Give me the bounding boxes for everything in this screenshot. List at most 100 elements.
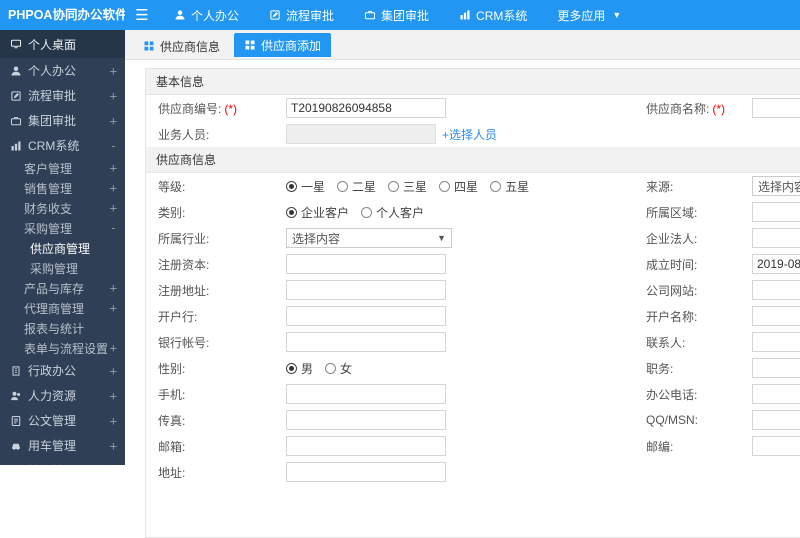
website-input[interactable] — [752, 280, 800, 300]
topnav-label: 流程审批 — [286, 8, 335, 23]
bank-no-input[interactable] — [286, 332, 446, 352]
sidebar-item-archives[interactable]: 档案管理 + — [0, 458, 125, 466]
mobile-input[interactable] — [286, 384, 446, 404]
sidebar-item-label: 代理商管理 — [24, 301, 85, 316]
sidebar-item-documents[interactable]: 公文管理 + — [0, 408, 125, 433]
contact-input[interactable] — [752, 332, 800, 352]
bank-account-name-input[interactable] — [752, 306, 800, 326]
field-label: 邮箱: — [158, 439, 186, 454]
sidebar-item-products-inventory[interactable]: 产品与库存 + — [0, 278, 125, 298]
supplier-name-input[interactable] — [752, 98, 800, 118]
source-select[interactable]: 选择内容▼ — [752, 176, 800, 196]
field-label: 所属区域: — [646, 205, 698, 220]
sidebar-item-label: 供应商管理 — [30, 241, 91, 256]
topnav-crm[interactable]: CRM系统 — [444, 0, 542, 30]
email-input[interactable] — [286, 436, 446, 456]
sidebar-item-supplier-mgmt[interactable]: 供应商管理 — [0, 238, 125, 258]
sidebar-item-label: CRM系统 — [28, 139, 80, 153]
sidebar-item-form-flow-settings[interactable]: 表单与流程设置 + — [0, 338, 125, 358]
edit-doc-icon — [11, 90, 21, 101]
registered-address-input[interactable] — [286, 280, 446, 300]
sidebar-item-desktop[interactable]: 个人桌面 — [0, 30, 125, 58]
form-row: 开户行: 开户名称: — [146, 303, 800, 329]
sidebar-item-finance[interactable]: 财务收支 + — [0, 198, 125, 218]
menu-toggle-icon[interactable]: ☰ — [125, 6, 159, 24]
radio-icon — [286, 206, 297, 218]
form-row: 银行帐号: 联系人: — [146, 329, 800, 355]
sidebar-item-agent-mgmt[interactable]: 代理商管理 + — [0, 298, 125, 318]
tab-supplier-add[interactable]: 供应商添加 — [234, 33, 332, 57]
established-date-input[interactable] — [752, 254, 800, 274]
person-icon — [11, 66, 21, 75]
choose-person-link[interactable]: +选择人员 — [442, 126, 497, 143]
section-header-supplier: 供应商信息 — [146, 147, 800, 173]
expand-marker: + — [109, 438, 117, 453]
form-row: 传真: QQ/MSN: — [146, 407, 800, 433]
address-input[interactable] — [286, 462, 446, 482]
radio-icon — [286, 362, 297, 374]
level-radio-5[interactable]: 五星 — [490, 178, 529, 195]
industry-select[interactable]: 选择内容 ▼ — [286, 228, 452, 248]
sidebar-item-hr[interactable]: 人力资源 + — [0, 383, 125, 408]
bank-input[interactable] — [286, 306, 446, 326]
level-radio-1[interactable]: 一星 — [286, 178, 325, 195]
bar-chart-icon — [460, 10, 470, 20]
field-label: 注册地址: — [158, 283, 210, 298]
legal-person-input[interactable] — [752, 228, 800, 248]
category-radio-company[interactable]: 企业客户 — [286, 204, 349, 221]
region-input[interactable] — [752, 202, 800, 222]
people-icon — [11, 391, 21, 400]
registered-capital-input[interactable] — [286, 254, 446, 274]
sidebar-item-admin-office[interactable]: 行政办公 + — [0, 358, 125, 383]
collapse-marker: - — [109, 221, 117, 235]
topnav-more-apps[interactable]: 更多应用 ▼ — [542, 0, 636, 30]
level-radio-3[interactable]: 三星 — [388, 178, 427, 195]
expand-marker: + — [109, 341, 117, 355]
sidebar-item-sales-mgmt[interactable]: 销售管理 + — [0, 178, 125, 198]
level-radio-2[interactable]: 二星 — [337, 178, 376, 195]
form-row: 邮箱: 邮编: — [146, 433, 800, 459]
tab-supplier-info[interactable]: 供应商信息 — [133, 33, 230, 59]
tab-strip: 供应商信息 供应商添加 — [125, 30, 800, 60]
field-label: 职务: — [646, 361, 674, 376]
supplier-no-input[interactable] — [286, 98, 446, 118]
sidebar-item-purchasing[interactable]: 采购管理 — [0, 258, 125, 278]
sidebar-item-flow-approval[interactable]: 流程审批 + — [0, 83, 125, 108]
expand-marker: + — [109, 161, 117, 175]
sidebar-item-personal-office[interactable]: 个人办公 + — [0, 58, 125, 83]
category-radio-personal[interactable]: 个人客户 — [361, 204, 424, 221]
topnav-flow-approval[interactable]: 流程审批 — [254, 0, 349, 30]
sales-person-input[interactable] — [286, 124, 436, 144]
qq-input[interactable] — [752, 410, 800, 430]
zip-input[interactable] — [752, 436, 800, 456]
sidebar-item-group-approval[interactable]: 集团审批 + — [0, 108, 125, 133]
field-label: 性别: — [158, 361, 186, 376]
app-logo: PHPOA协同办公软件 — [8, 8, 125, 22]
sidebar-item-purchase-mgmt[interactable]: 采购管理 - — [0, 218, 125, 238]
document-icon — [11, 415, 21, 426]
field-label: 类别: — [158, 205, 186, 220]
sidebar-item-reports[interactable]: 报表与统计 — [0, 318, 125, 338]
topnav-personal-office[interactable]: 个人办公 — [159, 0, 254, 30]
office-phone-input[interactable] — [752, 384, 800, 404]
field-label: 联系人: — [646, 335, 686, 350]
sidebar-item-label: 采购管理 — [30, 261, 79, 276]
sidebar-item-label: 行政办公 — [28, 364, 77, 378]
required-mark: (*) — [712, 101, 726, 116]
gender-radio-male[interactable]: 男 — [286, 360, 313, 377]
gender-radio-female[interactable]: 女 — [325, 360, 352, 377]
sidebar-item-vehicle[interactable]: 用车管理 + — [0, 433, 125, 458]
expand-marker: + — [109, 413, 117, 428]
form-row: 注册地址: 公司网站: — [146, 277, 800, 303]
position-input[interactable] — [752, 358, 800, 378]
level-radio-4[interactable]: 四星 — [439, 178, 478, 195]
form-row: 业务人员: +选择人员 — [146, 121, 800, 147]
topnav-group-approval[interactable]: 集团审批 — [349, 0, 444, 30]
field-label: 地址: — [158, 465, 186, 480]
section-header-basic: 基本信息 — [146, 69, 800, 95]
sidebar-item-label: 产品与库存 — [24, 281, 85, 296]
sidebar-item-crm[interactable]: CRM系统 - — [0, 133, 125, 158]
fax-input[interactable] — [286, 410, 446, 430]
radio-icon — [388, 180, 400, 192]
sidebar-item-customer-mgmt[interactable]: 客户管理 + — [0, 158, 125, 178]
